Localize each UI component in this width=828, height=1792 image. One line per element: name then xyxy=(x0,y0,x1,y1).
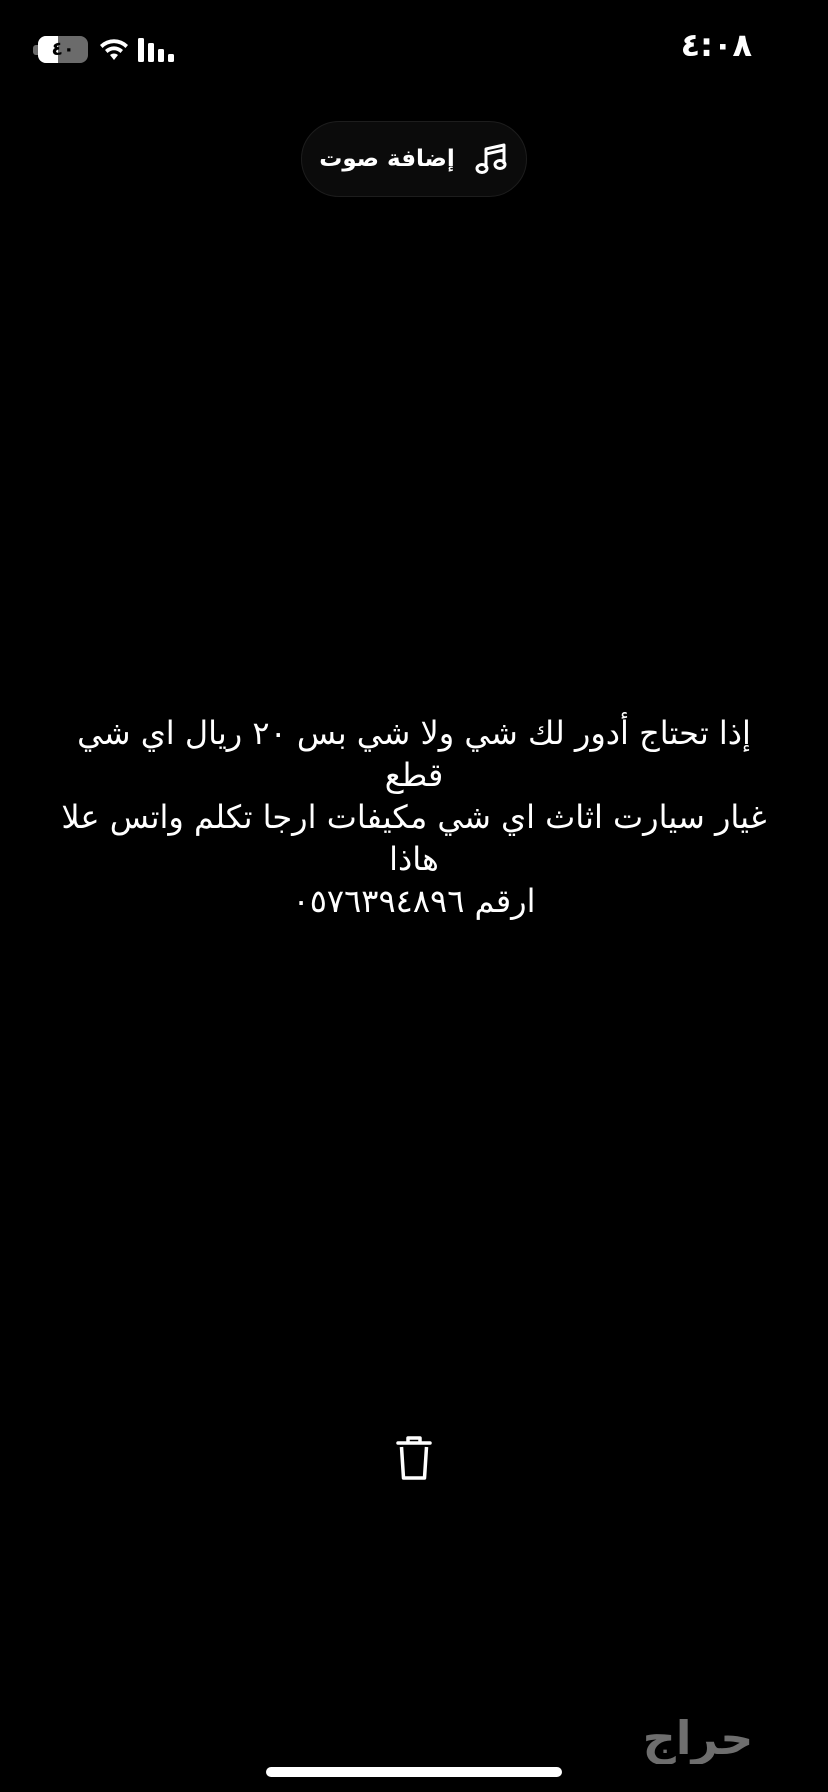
story-caption[interactable]: إذا تحتاج أدور لك شي ولا شي بس ٢٠ ريال ا… xyxy=(44,712,784,922)
status-time: ٤:٠٨ xyxy=(680,26,752,64)
battery-icon: ٤٠ xyxy=(38,36,88,63)
music-note-icon xyxy=(475,143,507,174)
watermark-text: حراج xyxy=(643,1711,754,1764)
status-bar: ٤٠ ٤:٠٨ xyxy=(0,0,828,96)
caption-line-3: ارقم ٠٥٧٦٣٩٤٨٩٦ xyxy=(292,882,536,920)
battery-level: ٤٠ xyxy=(51,38,75,60)
haraj-watermark: حراج xyxy=(582,1710,814,1764)
caption-line-1: إذا تحتاج أدور لك شي ولا شي بس ٢٠ ريال ا… xyxy=(77,714,751,794)
add-sound-button[interactable]: إضافة صوت xyxy=(301,121,527,197)
cellular-signal-icon xyxy=(138,38,174,62)
trash-icon[interactable] xyxy=(395,1434,433,1482)
wifi-icon xyxy=(100,39,128,60)
caption-line-2: غيار سيارت اثاث اي شي مكيفات ارجا تكلم و… xyxy=(61,798,767,878)
home-indicator[interactable] xyxy=(266,1767,562,1777)
add-sound-label: إضافة صوت xyxy=(319,146,455,172)
